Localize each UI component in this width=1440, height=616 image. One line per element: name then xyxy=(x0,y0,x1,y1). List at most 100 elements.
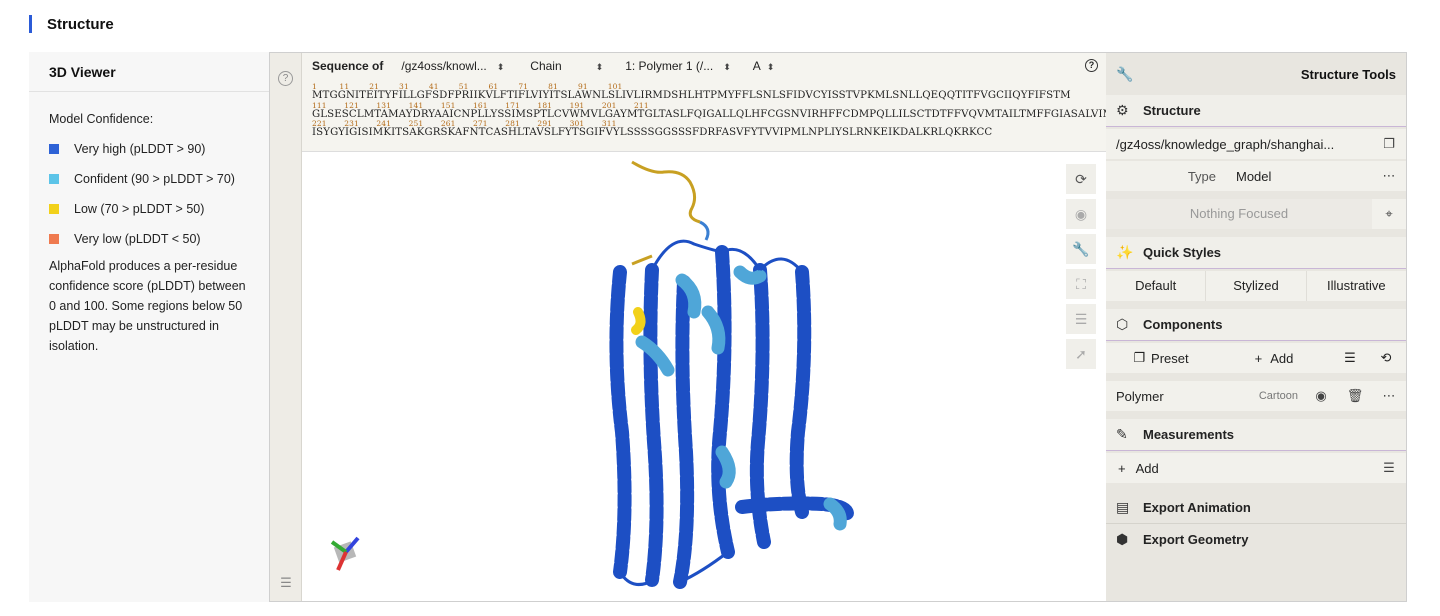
focus-row: Nothing Focused ⌖ xyxy=(1106,199,1406,229)
select-value: A xyxy=(752,59,761,73)
eye-icon[interactable]: ◉ xyxy=(1304,381,1338,411)
legend-swatch xyxy=(49,174,59,184)
helix xyxy=(701,305,726,355)
select-value: /gz4oss/knowl... xyxy=(401,59,487,73)
3d-canvas[interactable]: ⟳ ◉ 🔧 ⛶ ☰ ➚ xyxy=(302,152,1106,601)
sequence-polymer-select[interactable]: 1: Polymer 1 (/... ⬍ xyxy=(625,59,731,73)
reset-camera-icon[interactable]: ⟳ xyxy=(1066,164,1096,194)
expand-icon[interactable]: ⛶ xyxy=(1066,269,1096,299)
type-value[interactable]: Model xyxy=(1226,168,1372,184)
molstar-viewer: ? ☰ Sequence of /gz4oss/knowl... ⬍ Chain ⬍… xyxy=(269,52,1407,602)
section-accent-bar xyxy=(29,15,32,33)
legend-item-confident: Confident (90 > pLDDT > 70) xyxy=(49,164,249,194)
legend-label: Very low (pLDDT < 50) xyxy=(74,232,201,246)
components-actions-row: ❐ Preset + Add ☰ ⟲ xyxy=(1106,343,1406,373)
orientation-axes xyxy=(330,536,360,571)
confidence-title: Model Confidence: xyxy=(49,112,154,126)
measurements-header[interactable]: ✎ Measurements xyxy=(1106,419,1406,451)
polymer-actions: Cartoon ◉ 🗑 ⋯ xyxy=(1259,381,1406,411)
magic-wand-icon: ✨ xyxy=(1116,244,1134,260)
disordered-loop xyxy=(631,160,701,224)
sequence-chain-select[interactable]: A ⬍ xyxy=(753,59,775,73)
button-label: Add xyxy=(1135,460,1159,476)
gear-icon: ⚙ xyxy=(1116,102,1129,118)
section-label: Structure xyxy=(1143,103,1201,118)
section-title: Structure xyxy=(47,15,114,33)
quick-styles-header[interactable]: ✨ Quick Styles xyxy=(1106,237,1406,269)
button-label: Preset xyxy=(1151,350,1189,366)
polymer-representation[interactable]: Cartoon xyxy=(1259,390,1298,402)
loop xyxy=(650,239,723,271)
sequence-text[interactable]: 1 11 21 31 41 51 61 71 81 91 101 MTGGNIT… xyxy=(302,79,1113,139)
legend-label: Very high (pLDDT > 90) xyxy=(74,142,206,156)
quick-styles-row: Default Stylized Illustrative xyxy=(1106,271,1406,301)
legend-item-low: Low (70 > pLDDT > 50) xyxy=(49,194,249,224)
style-default-button[interactable]: Default xyxy=(1106,271,1207,301)
sliders-icon[interactable]: ☰ xyxy=(1372,453,1406,483)
focus-status: Nothing Focused xyxy=(1106,199,1372,229)
legend-item-very-high: Very high (pLDDT > 90) xyxy=(49,134,249,164)
section-label: Export Geometry xyxy=(1143,532,1249,547)
focus-target-icon[interactable]: ⌖ xyxy=(1372,199,1406,229)
section-label: Measurements xyxy=(1143,427,1235,442)
add-measurement-button[interactable]: + Add xyxy=(1118,461,1159,476)
screenshot-icon[interactable]: ◉ xyxy=(1066,199,1096,229)
trash-icon[interactable]: 🗑 xyxy=(1338,381,1372,411)
history-icon[interactable]: ⟲ xyxy=(1368,343,1404,373)
sequence-help-icon[interactable]: ? xyxy=(1085,59,1098,72)
legend-label: Confident (90 > pLDDT > 70) xyxy=(74,172,235,186)
structure-tools-header: 🔧 Structure Tools xyxy=(1106,53,1406,95)
helix xyxy=(711,245,735,559)
export-animation-header[interactable]: ▤ Export Animation xyxy=(1106,491,1406,523)
select-arrow-icon: ⬍ xyxy=(723,62,731,72)
select-value: Chain xyxy=(530,59,562,73)
helix xyxy=(715,445,736,489)
helix xyxy=(823,497,847,531)
sequence-source-select[interactable]: /gz4oss/knowl... ⬍ xyxy=(401,59,504,73)
help-icon[interactable]: ? xyxy=(278,71,293,86)
copy-icon[interactable]: ❐ xyxy=(1372,129,1406,159)
sequence-mode-select[interactable]: Chain ⬍ xyxy=(530,59,603,73)
polymer-label[interactable]: Polymer xyxy=(1116,389,1164,404)
more-icon[interactable]: ⋯ xyxy=(1372,161,1406,191)
section-header: Structure xyxy=(29,14,114,34)
helix xyxy=(609,265,632,579)
plus-icon: + xyxy=(1118,460,1126,476)
structure-path-row[interactable]: /gz4oss/knowledge_graph/shanghai... ❐ xyxy=(1106,129,1406,159)
sequence-label: Sequence of xyxy=(312,59,384,73)
cursor-icon[interactable]: ➚ xyxy=(1066,339,1096,369)
add-component-button[interactable]: + Add xyxy=(1216,343,1332,373)
viewport-controls: ⟳ ◉ 🔧 ⛶ ☰ ➚ xyxy=(1066,164,1096,374)
legend-item-very-low: Very low (pLDDT < 50) xyxy=(49,224,249,254)
components-header[interactable]: ⬡ Components xyxy=(1106,309,1406,341)
polymer-component-row[interactable]: Polymer Cartoon ◉ 🗑 ⋯ xyxy=(1106,381,1406,411)
section-label: Components xyxy=(1143,317,1223,332)
sliders-icon[interactable]: ☰ xyxy=(1332,343,1368,373)
export-geometry-header[interactable]: ⬢ Export Geometry xyxy=(1106,523,1406,555)
helix xyxy=(789,265,812,519)
structure-section-header[interactable]: ⚙ Structure xyxy=(1106,95,1406,127)
type-label: Type xyxy=(1187,168,1216,184)
section-label: Quick Styles xyxy=(1143,245,1222,260)
loop xyxy=(733,265,767,285)
settings-sliders-icon[interactable]: ☰ xyxy=(278,575,294,591)
more-icon[interactable]: ⋯ xyxy=(1372,381,1406,411)
sliders-icon[interactable]: ☰ xyxy=(1066,304,1096,334)
preset-button[interactable]: ❐ Preset xyxy=(1106,343,1216,373)
helix-group xyxy=(609,245,854,589)
helix xyxy=(673,275,695,589)
style-illustrative-button[interactable]: Illustrative xyxy=(1307,271,1406,301)
legend-swatch xyxy=(49,204,59,214)
helix-low xyxy=(631,307,646,335)
protein-structure-render[interactable] xyxy=(302,152,1106,601)
wrench-icon[interactable]: 🔧 xyxy=(1066,234,1096,264)
structure-type-row: Type Model ⋯ xyxy=(1106,161,1406,191)
structure-tools-panel: 🔧 Structure Tools ⚙ Structure /gz4oss/kn… xyxy=(1106,53,1406,601)
plus-icon: + xyxy=(1254,350,1263,366)
legend-swatch xyxy=(49,144,59,154)
structure-path[interactable]: /gz4oss/knowledge_graph/shanghai... xyxy=(1116,137,1366,152)
style-stylized-button[interactable]: Stylized xyxy=(1206,271,1307,301)
select-arrow-icon: ⬍ xyxy=(766,62,775,72)
sequence-line[interactable]: MTGGNITEITYFILLGFSDFPRIIKVLFTIFLVIYITSLA… xyxy=(312,90,1106,102)
sequence-line[interactable]: ISYGYIGISIMKITSAKGRSKAFNTCASHLTAVSLFYTSG… xyxy=(312,127,1106,139)
